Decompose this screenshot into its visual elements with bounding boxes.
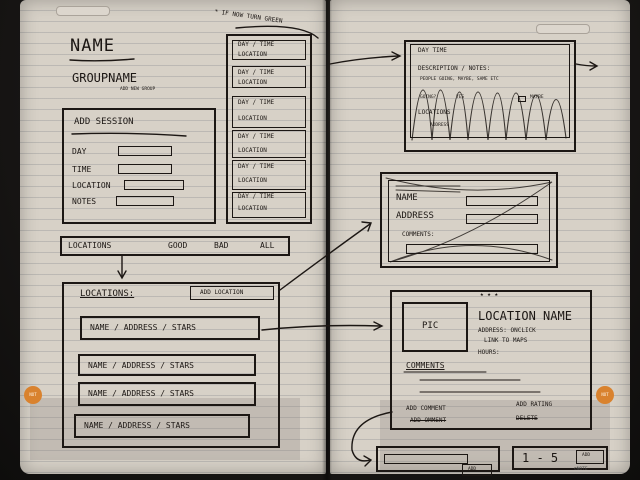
sketch-pen-strokes <box>69 25 599 467</box>
photo-stage: NOT NOT NAME GROUPNAME ADD NEW GROUP * I… <box>0 0 640 480</box>
